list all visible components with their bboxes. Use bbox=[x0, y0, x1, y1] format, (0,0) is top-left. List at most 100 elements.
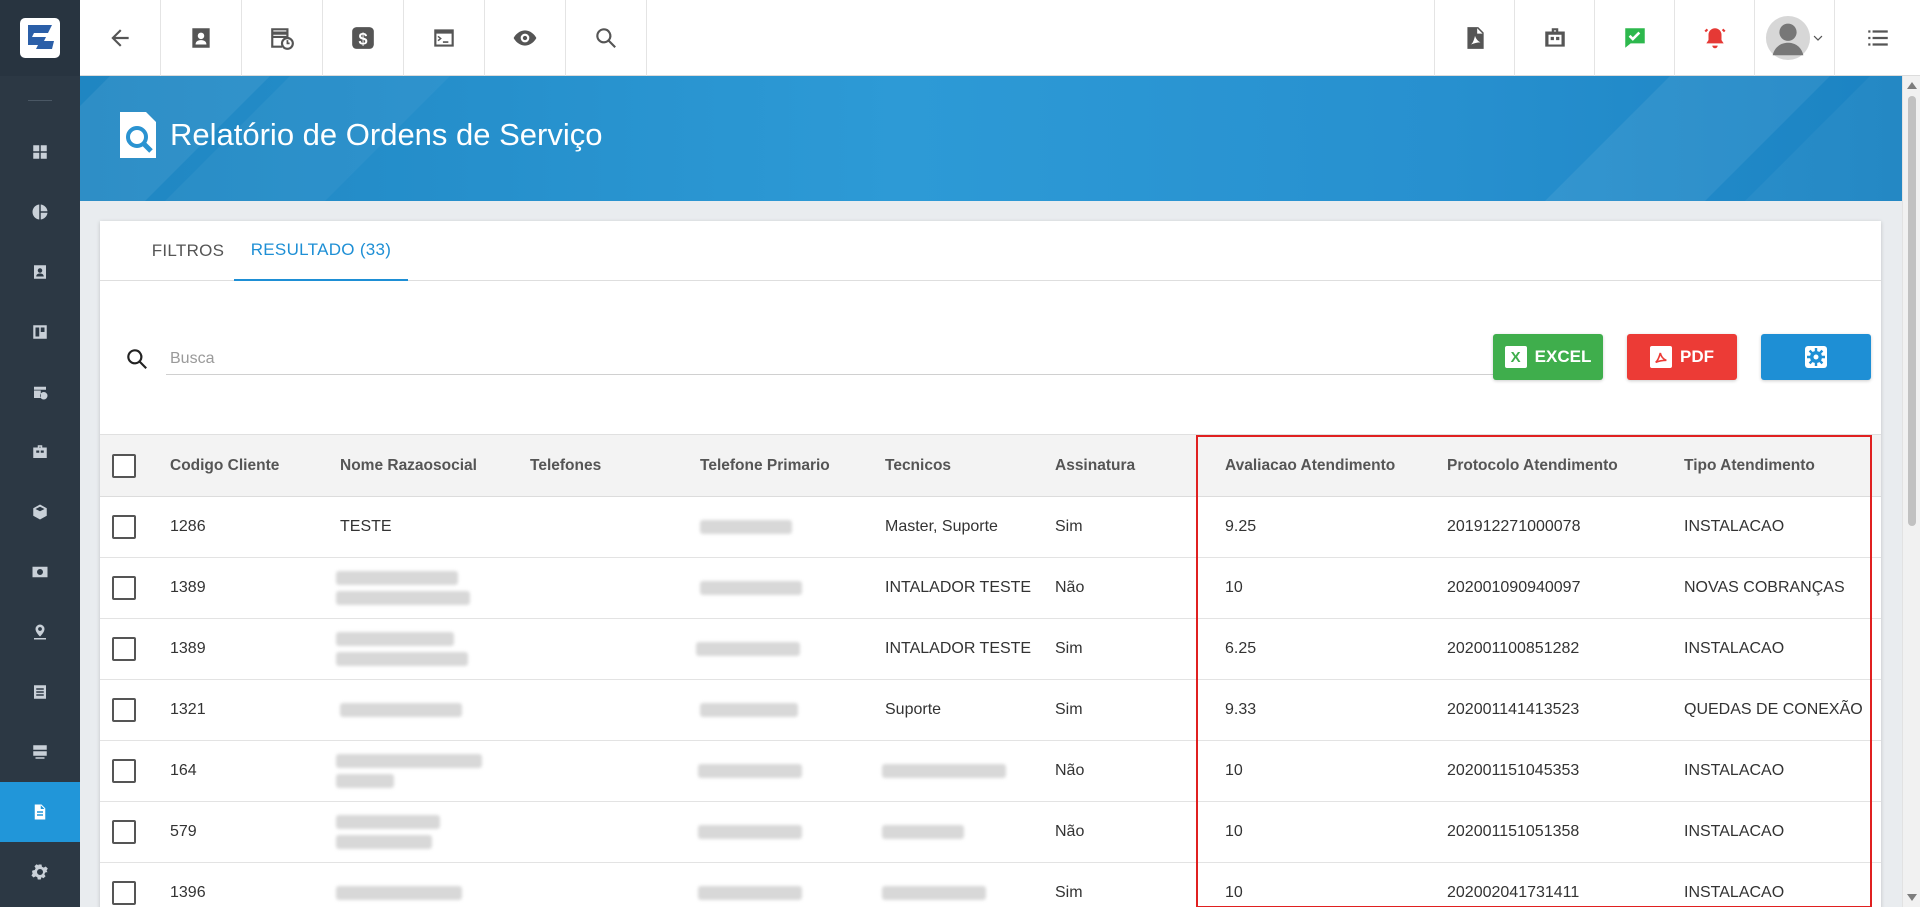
cell-tipo: INSTALACAO bbox=[1684, 823, 1785, 840]
column-header-codigo[interactable]: Codigo Cliente bbox=[170, 435, 279, 496]
report-card: FILTROS RESULTADO (33) X EXCEL PDF Codig… bbox=[100, 221, 1881, 907]
document-icon bbox=[34, 804, 46, 820]
table-row[interactable]: 1389 INTALADOR TESTE Não 10 202001090940… bbox=[100, 558, 1881, 619]
cell-avaliacao: 6.25 bbox=[1225, 640, 1257, 657]
back-button[interactable] bbox=[80, 0, 161, 76]
row-checkbox[interactable] bbox=[112, 576, 136, 600]
row-checkbox[interactable] bbox=[112, 820, 136, 844]
table-row[interactable]: 579 Não 10 202001151051358 INSTALACAO bbox=[100, 802, 1881, 863]
sidebar-item-list[interactable] bbox=[0, 662, 80, 722]
select-all-checkbox[interactable] bbox=[112, 453, 136, 478]
cell-nome: TESTE bbox=[340, 518, 392, 535]
sidebar-item-service-reports[interactable] bbox=[0, 782, 80, 842]
column-header-telefone-primario[interactable]: Telefone Primario bbox=[700, 435, 830, 496]
cell-tipo: INSTALACAO bbox=[1684, 640, 1785, 657]
kanban-icon bbox=[33, 325, 47, 339]
column-header-tipo[interactable]: Tipo Atendimento bbox=[1684, 435, 1815, 496]
row-checkbox[interactable] bbox=[112, 759, 136, 783]
cell-avaliacao: 10 bbox=[1225, 579, 1243, 596]
briefcase-icon bbox=[33, 445, 47, 458]
money-icon bbox=[32, 566, 48, 578]
table-row[interactable]: 164 Não 10 202001151045353 INSTALACAO bbox=[100, 741, 1881, 802]
logo-mark bbox=[20, 18, 60, 58]
menu-list-icon bbox=[1867, 30, 1888, 46]
cell-tipo: INSTALACAO bbox=[1684, 518, 1785, 535]
sidebar-item-locations[interactable] bbox=[0, 602, 80, 662]
row-checkbox[interactable] bbox=[112, 881, 136, 905]
scroll-down-arrow[interactable] bbox=[1907, 894, 1917, 901]
export-pdf-button[interactable]: PDF bbox=[1627, 334, 1737, 380]
page-header: Relatório de Ordens de Serviço bbox=[80, 76, 1902, 201]
sidebar-item-reports-chart[interactable] bbox=[0, 182, 80, 242]
column-header-protocolo[interactable]: Protocolo Atendimento bbox=[1447, 435, 1618, 496]
column-header-tecnicos[interactable]: Tecnicos bbox=[885, 435, 951, 496]
cell-nome-redacted bbox=[336, 741, 482, 801]
cell-tecnicos-redacted bbox=[882, 863, 986, 907]
sidebar-item-finance[interactable] bbox=[0, 542, 80, 602]
column-header-avaliacao[interactable]: Avaliacao Atendimento bbox=[1225, 435, 1395, 496]
sidebar-item-dashboard[interactable] bbox=[0, 122, 80, 182]
search-button[interactable] bbox=[566, 0, 647, 76]
cell-codigo: 1396 bbox=[170, 884, 206, 901]
column-header-assinatura[interactable]: Assinatura bbox=[1055, 435, 1135, 496]
sidebar-item-business[interactable] bbox=[0, 422, 80, 482]
view-button[interactable] bbox=[485, 0, 566, 76]
cell-assinatura: Não bbox=[1055, 579, 1085, 596]
column-settings-button[interactable] bbox=[1761, 334, 1871, 380]
sidebar-item-network[interactable] bbox=[0, 722, 80, 782]
cell-telefone-primario-redacted bbox=[698, 802, 802, 862]
sidebar-item-settings[interactable] bbox=[0, 842, 80, 902]
column-header-telefones[interactable]: Telefones bbox=[530, 435, 601, 496]
row-checkbox[interactable] bbox=[112, 515, 136, 539]
cell-codigo: 1389 bbox=[170, 579, 206, 596]
contact-card-icon bbox=[34, 265, 46, 279]
cell-protocolo: 202001151045353 bbox=[1447, 762, 1580, 779]
cell-assinatura: Sim bbox=[1055, 518, 1083, 535]
search-icon bbox=[127, 349, 147, 369]
cell-tipo: QUEDAS DE CONEXÃO bbox=[1684, 701, 1863, 718]
finance-button[interactable]: $ bbox=[323, 0, 404, 76]
cell-telefone-primario-redacted bbox=[700, 558, 802, 618]
cell-assinatura: Sim bbox=[1055, 640, 1083, 657]
report-search-icon bbox=[120, 112, 156, 158]
sidebar-item-inventory[interactable] bbox=[0, 482, 80, 542]
app-logo[interactable] bbox=[0, 0, 80, 76]
row-checkbox[interactable] bbox=[112, 698, 136, 722]
search-input[interactable] bbox=[166, 343, 1563, 375]
cell-assinatura: Não bbox=[1055, 823, 1085, 840]
clients-button[interactable] bbox=[161, 0, 242, 76]
table-row[interactable]: 1389 INTALADOR TESTE Sim 6.25 2020011008… bbox=[100, 619, 1881, 680]
scroll-thumb[interactable] bbox=[1908, 96, 1916, 526]
cell-codigo: 1389 bbox=[170, 640, 206, 657]
export-excel-button[interactable]: X EXCEL bbox=[1493, 334, 1603, 380]
scroll-up-arrow[interactable] bbox=[1907, 82, 1917, 89]
contact-card-icon bbox=[192, 28, 210, 48]
table-row[interactable]: 1396 Sim 10 202002041731411 INSTALACAO bbox=[100, 863, 1881, 907]
schedule-button[interactable] bbox=[242, 0, 323, 76]
tasks-button[interactable] bbox=[1594, 0, 1674, 76]
cell-tecnicos: INTALADOR TESTE bbox=[885, 640, 1032, 657]
user-menu[interactable] bbox=[1754, 0, 1834, 76]
sidebar-item-schedule[interactable] bbox=[0, 362, 80, 422]
sidebar-item-contacts[interactable] bbox=[0, 242, 80, 302]
alerts-button[interactable] bbox=[1674, 0, 1754, 76]
cell-tipo: INSTALACAO bbox=[1684, 762, 1785, 779]
avatar bbox=[1765, 15, 1810, 61]
table-row[interactable]: 1286 TESTE Master, Suporte Sim 9.25 2019… bbox=[100, 497, 1881, 558]
svg-text:$: $ bbox=[358, 31, 367, 49]
column-header-nome[interactable]: Nome Razaosocial bbox=[340, 435, 477, 496]
gear-icon bbox=[31, 864, 48, 880]
cell-nome-redacted bbox=[336, 802, 440, 862]
cell-protocolo: 201912271000078 bbox=[1447, 518, 1581, 535]
tab-resultado[interactable]: RESULTADO (33) bbox=[234, 221, 408, 281]
search-icon bbox=[596, 28, 616, 48]
main-menu-button[interactable] bbox=[1834, 0, 1920, 76]
business-button[interactable] bbox=[1514, 0, 1594, 76]
cell-codigo: 1286 bbox=[170, 518, 206, 535]
terminal-button[interactable] bbox=[404, 0, 485, 76]
page-scrollbar[interactable] bbox=[1902, 76, 1920, 907]
row-checkbox[interactable] bbox=[112, 637, 136, 661]
pdf-document-button[interactable] bbox=[1434, 0, 1514, 76]
sidebar-item-board[interactable] bbox=[0, 302, 80, 362]
table-row[interactable]: 1321 Suporte Sim 9.33 202001141413523 QU… bbox=[100, 680, 1881, 741]
